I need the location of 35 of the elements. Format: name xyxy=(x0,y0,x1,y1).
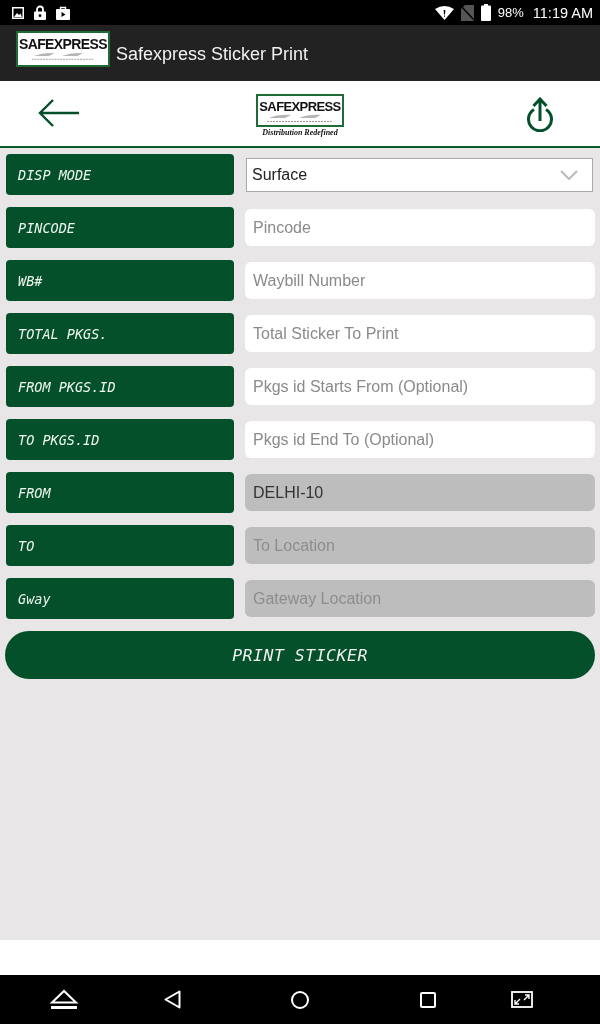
lock-icon xyxy=(34,5,46,20)
resize-icon[interactable] xyxy=(511,991,533,1008)
field-label: FROM xyxy=(6,472,234,513)
no-sim-icon xyxy=(460,4,474,21)
field-label: Gway xyxy=(6,578,234,619)
input-field[interactable]: Pkgs id End To (Optional) xyxy=(245,421,595,458)
clock-time: 11:19 AM xyxy=(532,4,593,21)
power-icon[interactable] xyxy=(526,96,554,135)
input-field[interactable]: Pincode xyxy=(245,209,595,246)
back-icon[interactable] xyxy=(163,990,181,1009)
field-label: TO xyxy=(6,525,234,566)
app-title: Safexpress Sticker Print xyxy=(116,43,309,65)
input-field[interactable]: Pkgs id Starts From (Optional) xyxy=(245,368,595,405)
recents-icon[interactable] xyxy=(420,991,436,1008)
field-label: FROM PKGS.ID xyxy=(6,366,234,407)
input-field[interactable]: Waybill Number xyxy=(245,262,595,299)
eject-icon[interactable] xyxy=(49,989,79,1010)
shopping-bag-icon xyxy=(56,5,70,20)
input-field[interactable]: Total Sticker To Print xyxy=(245,315,595,352)
field-label: TO PKGS.ID xyxy=(6,419,234,460)
logo-tagline: Distribution Redefined xyxy=(262,127,338,137)
wifi-icon xyxy=(434,5,454,20)
battery-percentage: 98% xyxy=(497,5,524,20)
logo-wordmark: SAFEXPRESS xyxy=(259,99,341,113)
field-label: DISP MODE xyxy=(6,154,234,195)
chevron-down-icon xyxy=(560,169,578,180)
home-icon[interactable] xyxy=(291,990,309,1009)
dropdown-field[interactable]: Surface xyxy=(246,157,593,192)
print-sticker-button[interactable]: PRINT STICKER xyxy=(5,631,595,679)
field-label: WB# xyxy=(6,260,234,301)
field-label: TOTAL PKGS. xyxy=(6,313,234,354)
field-label: PINCODE xyxy=(6,207,234,248)
logo-wordmark: SAFEXPRESS xyxy=(18,37,108,51)
battery-icon xyxy=(480,4,491,21)
image-icon xyxy=(12,6,24,19)
